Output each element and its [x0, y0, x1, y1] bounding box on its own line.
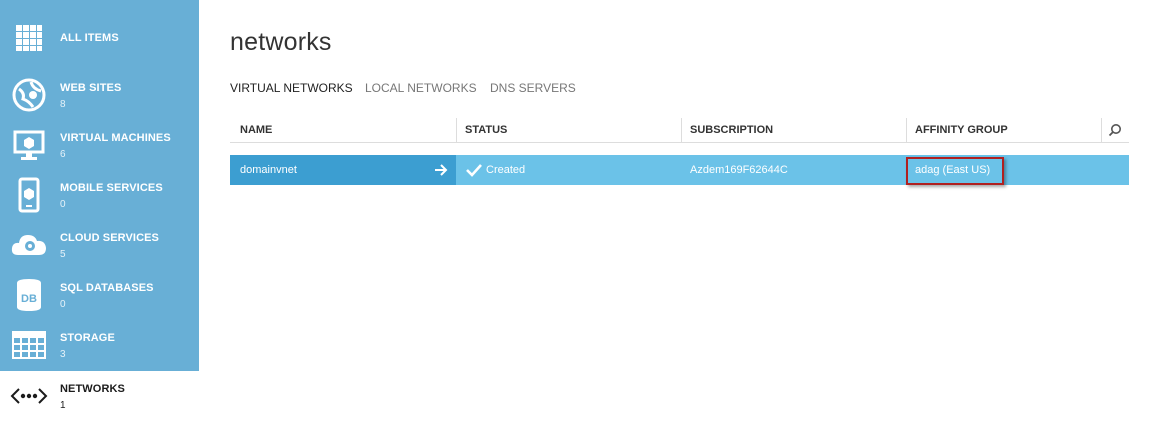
sidebar-item-count: 0	[60, 199, 66, 210]
sidebar-item-cloud-services[interactable]: CLOUD SERVICES 5	[0, 220, 199, 270]
highlight-annotation	[906, 157, 1004, 185]
sidebar-item-sql-databases[interactable]: DB SQL DATABASES 0	[0, 270, 199, 320]
status-text: Created	[486, 164, 526, 176]
sidebar-item-label: SQL DATABASES	[60, 282, 154, 294]
tab-virtual-networks[interactable]: VIRTUAL NETWORKS	[230, 81, 353, 95]
sidebar-item-label: MOBILE SERVICES	[60, 182, 163, 194]
column-divider	[906, 118, 907, 142]
sidebar-item-count: 1	[60, 400, 66, 411]
globe-icon	[10, 76, 48, 114]
column-divider	[456, 118, 457, 142]
column-divider	[681, 118, 682, 142]
arrow-right-icon[interactable]	[434, 163, 448, 182]
sidebar-item-all-items[interactable]: ALL ITEMS	[0, 13, 199, 63]
checkmark-icon	[466, 163, 482, 182]
network-name[interactable]: domainvnet	[240, 155, 297, 185]
page-title: networks	[230, 28, 332, 56]
column-header-status[interactable]: STATUS	[465, 118, 507, 142]
table-icon	[10, 326, 48, 364]
sidebar-item-virtual-machines[interactable]: VIRTUAL MACHINES 6	[0, 120, 199, 170]
sidebar-item-count: 3	[60, 349, 66, 360]
sidebar-item-count: 8	[60, 99, 66, 110]
grid-icon	[10, 19, 48, 57]
tab-local-networks[interactable]: LOCAL NETWORKS	[365, 81, 477, 95]
sidebar-item-label: VIRTUAL MACHINES	[60, 132, 171, 144]
sidebar-item-label: CLOUD SERVICES	[60, 232, 159, 244]
sidebar-item-label: STORAGE	[60, 332, 115, 344]
column-header-subscription[interactable]: SUBSCRIPTION	[690, 118, 773, 142]
sidebar-item-count: 6	[60, 149, 66, 160]
phone-icon	[10, 176, 48, 214]
name-cell[interactable]: domainvnet	[230, 155, 456, 185]
column-divider	[1101, 118, 1102, 142]
cloud-gear-icon	[10, 226, 48, 264]
database-icon: DB	[10, 276, 48, 314]
subscription-value: Azdem169F62644C	[690, 164, 788, 176]
sidebar-item-mobile-services[interactable]: MOBILE SERVICES 0	[0, 170, 199, 220]
sidebar-item-label: NETWORKS	[60, 383, 125, 395]
sidebar: ALL ITEMS WEB SITES 8 VIRTUAL MACHINES 6	[0, 0, 199, 423]
network-icon	[10, 377, 48, 415]
sidebar-item-networks[interactable]: NETWORKS 1	[0, 371, 199, 423]
tab-dns-servers[interactable]: DNS SERVERS	[490, 81, 576, 95]
table-header: NAME STATUS SUBSCRIPTION AFFINITY GROUP	[230, 118, 1129, 143]
sidebar-item-web-sites[interactable]: WEB SITES 8	[0, 70, 199, 120]
sidebar-item-count: 5	[60, 249, 66, 260]
monitor-icon	[10, 126, 48, 164]
sidebar-item-storage[interactable]: STORAGE 3	[0, 320, 199, 370]
column-header-affinity-group[interactable]: AFFINITY GROUP	[915, 118, 1008, 142]
sidebar-item-label: WEB SITES	[60, 82, 122, 94]
svg-text:DB: DB	[21, 293, 37, 305]
column-header-name[interactable]: NAME	[240, 118, 272, 142]
sidebar-item-label: ALL ITEMS	[60, 32, 119, 44]
search-icon[interactable]	[1108, 123, 1122, 142]
sidebar-item-count: 0	[60, 299, 66, 310]
